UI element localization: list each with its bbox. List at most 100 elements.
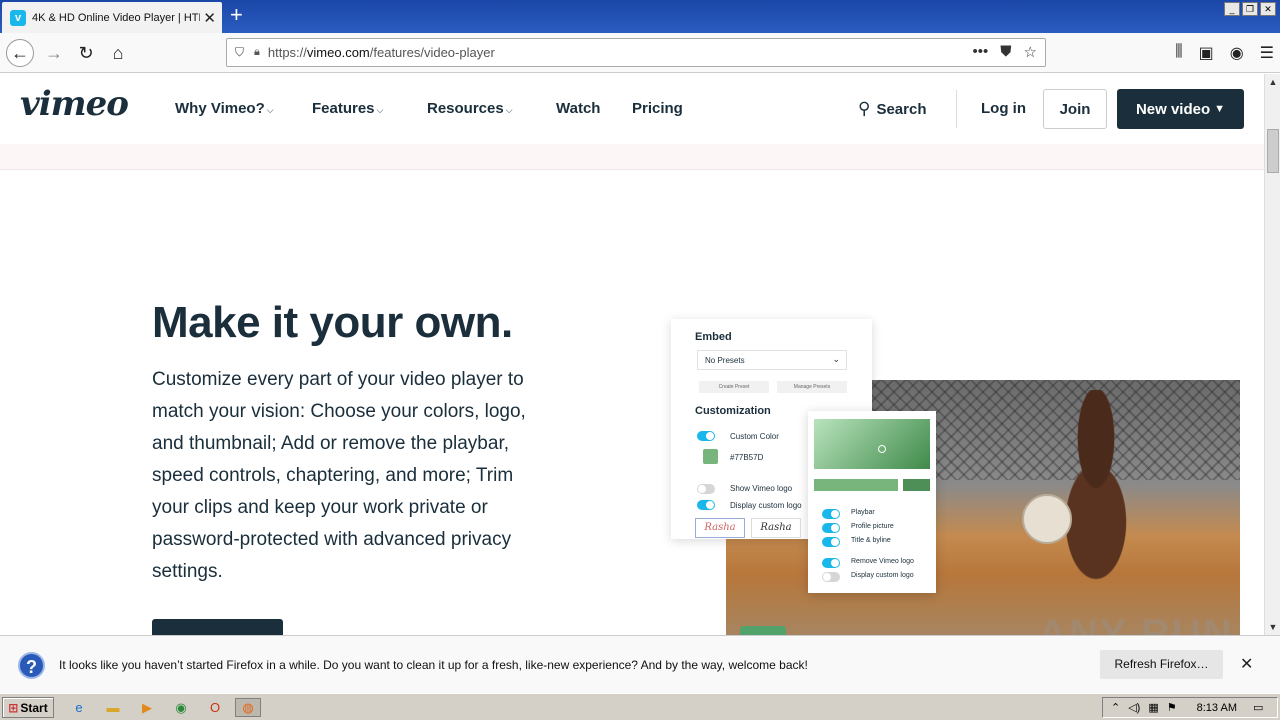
- manage-presets-button: Manage Presets: [777, 381, 847, 393]
- page-scrollbar[interactable]: ▲ ▼: [1264, 74, 1280, 635]
- internet-explorer-icon[interactable]: e: [69, 698, 89, 717]
- hue-slider: [814, 479, 898, 491]
- join-button[interactable]: Join: [1043, 89, 1107, 129]
- refresh-firefox-button[interactable]: Refresh Firefox…: [1100, 650, 1223, 679]
- show-vimeo-logo-toggle: [697, 484, 715, 494]
- remove-vimeo-logo-toggle: [822, 558, 840, 568]
- chevron-down-icon: ⌄: [832, 354, 840, 364]
- customization-title: Customization: [695, 405, 771, 417]
- login-link[interactable]: Log in: [981, 100, 1026, 117]
- window-controls: _ ❐ ✕: [1224, 2, 1276, 16]
- alpha-slider: [903, 479, 930, 491]
- volume-icon[interactable]: ◁): [1128, 701, 1140, 714]
- firefox-notification-bar: ? It looks like you haven’t started Fire…: [0, 635, 1280, 693]
- reload-icon[interactable]: ↻: [72, 39, 100, 67]
- library-icon[interactable]: ⫼: [1175, 43, 1182, 63]
- firefox-taskbar-icon[interactable]: ◍: [235, 698, 261, 717]
- nav-why-vimeo[interactable]: Why Vimeo? ⌵: [175, 100, 274, 117]
- preset-select: No Presets ⌄: [697, 350, 847, 370]
- tracking-shield-icon[interactable]: ⛉: [235, 45, 244, 60]
- title-byline-label: Title & byline: [851, 537, 891, 544]
- url-text: https://vimeo.com/features/video-player: [267, 45, 495, 60]
- nav-watch[interactable]: Watch: [556, 100, 600, 117]
- chevron-down-icon: ⌵: [505, 105, 513, 115]
- title-byline-toggle: [822, 537, 840, 547]
- nav-pricing[interactable]: Pricing: [632, 100, 683, 117]
- system-tray: ⌃ ◁) ▦ ⚑ 8:13 AM ▭: [1102, 697, 1278, 718]
- lock-icon[interactable]: 🔒︎: [254, 46, 260, 59]
- hero-cta-button[interactable]: [152, 619, 283, 635]
- nav-features[interactable]: Features ⌵: [312, 100, 383, 117]
- folder-icon[interactable]: ▬: [103, 698, 123, 717]
- minimize-icon[interactable]: _: [1224, 2, 1240, 16]
- playbar-toggle: [822, 509, 840, 519]
- page-viewport: vimeo Why Vimeo? ⌵ Features ⌵ Resources ⌵ W…: [0, 74, 1264, 635]
- pocket-icon[interactable]: ⛊: [1000, 43, 1011, 61]
- show-vimeo-logo-label: Show Vimeo logo: [730, 484, 793, 493]
- search-icon: ⚲: [858, 99, 871, 118]
- scroll-up-arrow-icon[interactable]: ▲: [1265, 74, 1280, 90]
- new-video-label: New video: [1135, 100, 1211, 118]
- account-icon[interactable]: ◉: [1230, 43, 1244, 63]
- windows-taskbar: ⊞ Start e ▬ ▶ ◉ O ◍ ⌃ ◁) ▦ ⚑ 8:13 AM ▭: [0, 693, 1280, 720]
- hero-title: Make it your own.: [152, 298, 513, 347]
- new-video-button[interactable]: New video ▼: [1117, 89, 1244, 129]
- bookmark-star-icon[interactable]: ☆: [1024, 43, 1037, 61]
- network-icon[interactable]: ▦: [1148, 701, 1158, 714]
- url-bar[interactable]: ⛉ 🔒︎ https://vimeo.com/features/video-pl…: [226, 38, 1046, 67]
- color-picker-handle: [878, 445, 886, 453]
- tab-title: 4K & HD Online Video Player | HTM: [32, 11, 200, 24]
- scroll-down-arrow-icon[interactable]: ▼: [1265, 619, 1280, 635]
- color-hex-label: #77B57D: [730, 453, 764, 462]
- navigation-toolbar: ← → ↻ ⌂ ⛉ 🔒︎ https://vimeo.com/features/…: [0, 33, 1280, 73]
- show-desktop-icon[interactable]: ▭: [1253, 701, 1263, 714]
- nav-resources[interactable]: Resources ⌵: [427, 100, 513, 117]
- play-button-graphic: [740, 626, 786, 635]
- home-icon[interactable]: ⌂: [104, 39, 132, 67]
- start-button[interactable]: ⊞ Start: [2, 697, 54, 718]
- back-arrow-icon[interactable]: ←: [6, 39, 34, 67]
- opera-icon[interactable]: O: [205, 698, 225, 717]
- color-picker-card: Playbar Profile picture Title & byline R…: [808, 411, 936, 593]
- color-swatch: [703, 449, 718, 464]
- page-actions-icon[interactable]: •••: [973, 43, 989, 61]
- flag-icon[interactable]: ⚑: [1167, 701, 1177, 714]
- announcement-band: [0, 144, 1264, 170]
- notification-text: It looks like you haven’t started Firefo…: [59, 658, 808, 672]
- tray-expand-icon[interactable]: ⌃: [1111, 701, 1120, 714]
- custom-color-toggle: [697, 431, 715, 441]
- clock: 8:13 AM: [1196, 701, 1237, 714]
- profile-picture-label: Profile picture: [851, 523, 894, 530]
- close-notification-icon[interactable]: ✕: [1240, 654, 1253, 674]
- playbar-label: Playbar: [851, 509, 875, 516]
- remove-vimeo-logo-label: Remove Vimeo logo: [851, 558, 914, 565]
- sidebar-icon[interactable]: ▣: [1199, 43, 1214, 63]
- create-preset-button: Create Preset: [699, 381, 769, 393]
- chrome-icon[interactable]: ◉: [171, 698, 191, 717]
- logo-sample-2: Rasha: [751, 518, 801, 538]
- browser-tab-bar: v 4K & HD Online Video Player | HTM ✕ + …: [0, 0, 1280, 33]
- browser-tab[interactable]: v 4K & HD Online Video Player | HTM ✕: [2, 2, 222, 33]
- menu-icon[interactable]: ☰: [1260, 43, 1274, 63]
- chevron-down-icon: ▼: [1214, 103, 1226, 115]
- question-icon: ?: [18, 652, 45, 679]
- media-player-icon[interactable]: ▶: [137, 698, 157, 717]
- restore-icon[interactable]: ❐: [1242, 2, 1258, 16]
- search-label: Search: [876, 100, 927, 118]
- hero-body: Customize every part of your video playe…: [152, 369, 526, 582]
- chevron-down-icon: ⌵: [376, 105, 384, 115]
- start-label: Start: [20, 700, 48, 715]
- close-tab-icon[interactable]: ✕: [203, 9, 216, 27]
- search-button[interactable]: ⚲ Search: [858, 99, 927, 119]
- scroll-thumb[interactable]: [1267, 129, 1279, 173]
- forward-arrow-icon[interactable]: →: [40, 39, 68, 67]
- close-window-icon[interactable]: ✕: [1260, 2, 1276, 16]
- display-custom-logo-label: Display custom logo: [730, 501, 802, 510]
- vimeo-favicon-icon: v: [10, 9, 26, 26]
- header-divider: [956, 90, 957, 128]
- logo-sample-1: Rasha: [695, 518, 745, 538]
- display-custom-logo-toggle: [697, 500, 715, 510]
- new-tab-icon[interactable]: +: [230, 4, 243, 26]
- embed-title: Embed: [695, 331, 732, 343]
- vimeo-logo[interactable]: vimeo: [20, 84, 129, 124]
